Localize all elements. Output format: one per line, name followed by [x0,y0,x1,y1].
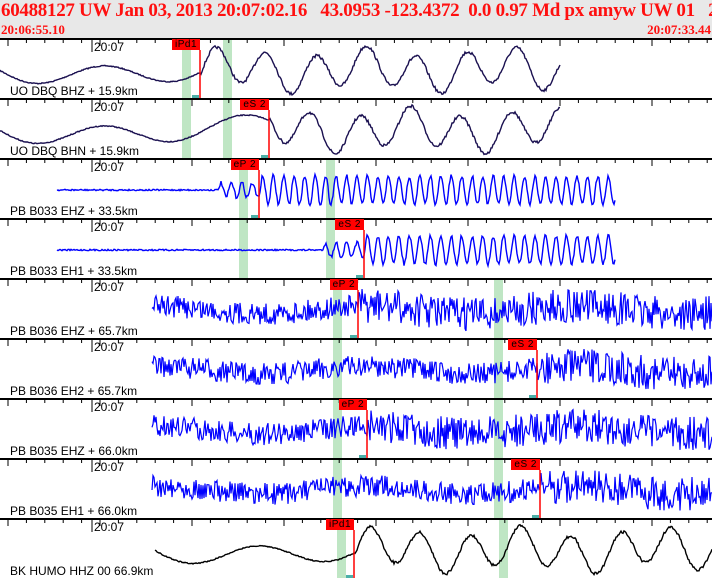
waveform [154,523,712,577]
trace-row[interactable]: 20:07 UO DBQ BHN + 15.9km eS 2 [0,98,712,158]
phase-pick-label[interactable]: eS 2 [240,99,269,110]
minute-label: 20:07 [94,460,125,474]
trace-row[interactable]: 20:07 PB B033 EHZ + 33.5km eP 2 [0,158,712,218]
minute-label: 20:07 [94,100,125,114]
trace-row[interactable]: 20:07 PB B035 EH1 + 66.0km eS 2 [0,458,712,518]
channel-label: UO DBQ BHZ + 15.9km [10,84,138,98]
minute-label: 20:07 [94,280,125,294]
minute-label: 20:07 [94,400,125,414]
waveform [56,232,616,269]
pick-window-band [223,98,232,158]
channel-label: PB B035 EHZ + 66.0km [10,444,138,458]
phase-pick-label[interactable]: iPd1 [325,519,354,530]
trace-row[interactable]: 20:07 PB B035 EHZ + 66.0km eP 2 [0,398,712,458]
trace-row[interactable]: 20:07 UO DBQ BHZ + 15.9km iPd1 [0,38,712,98]
waveform [151,288,712,332]
trace-row[interactable]: 20:07 PB B033 EH1 + 33.5km eS 2 [0,218,712,278]
pick-window-band [333,338,342,398]
window-end-time: 20:07:33.44 [647,22,711,37]
window-start-time: 20:06:55.10 [1,22,65,37]
channel-label: PB B033 EHZ + 33.5km [10,204,138,218]
minute-label: 20:07 [94,340,125,354]
minute-label: 20:07 [94,40,125,54]
trace-row[interactable]: 20:07 PB B036 EHZ + 65.7km eP 2 [0,278,712,338]
channel-label: PB B033 EH1 + 33.5km [10,264,138,278]
channel-label: PB B036 EHZ + 65.7km [10,324,138,338]
phase-pick-label[interactable]: eS 2 [508,339,537,350]
waveform [56,171,616,208]
seismogram-panel[interactable]: 20:07 UO DBQ BHZ + 15.9km iPd1 20:07 UO DBQ … [0,38,712,578]
event-header: 60488127 UW Jan 03, 2013 20:07:02.16 43.… [0,0,712,38]
event-title: 60488127 UW Jan 03, 2013 20:07:02.16 43.… [1,0,712,21]
phase-pick-label[interactable]: eS 2 [511,459,540,470]
waveform [151,349,712,390]
waveform [151,470,712,511]
channel-label: PB B036 EH2 + 65.7km [10,384,138,398]
phase-pick-label[interactable]: eP 2 [230,159,259,170]
trace-row[interactable]: 20:07 BK HUMO HHZ 00 66.9km iPd1 [0,518,712,578]
minute-label: 20:07 [94,520,125,534]
phase-pick-label[interactable]: eS 2 [335,219,364,230]
pick-window-band [182,98,191,158]
trace-row[interactable]: 20:07 PB B036 EH2 + 65.7km eS 2 [0,338,712,398]
waveform [151,408,712,451]
phase-pick-label[interactable]: eP 2 [338,399,367,410]
minute-label: 20:07 [94,220,125,234]
phase-pick-label[interactable]: eP 2 [329,279,358,290]
minute-label: 20:07 [94,160,125,174]
pick-window-band [239,218,248,278]
phase-pick-label[interactable]: iPd1 [171,39,200,50]
channel-label: BK HUMO HHZ 00 66.9km [10,564,154,578]
channel-label: PB B035 EH1 + 66.0km [10,504,138,518]
channel-label: UO DBQ BHN + 15.9km [10,144,140,158]
